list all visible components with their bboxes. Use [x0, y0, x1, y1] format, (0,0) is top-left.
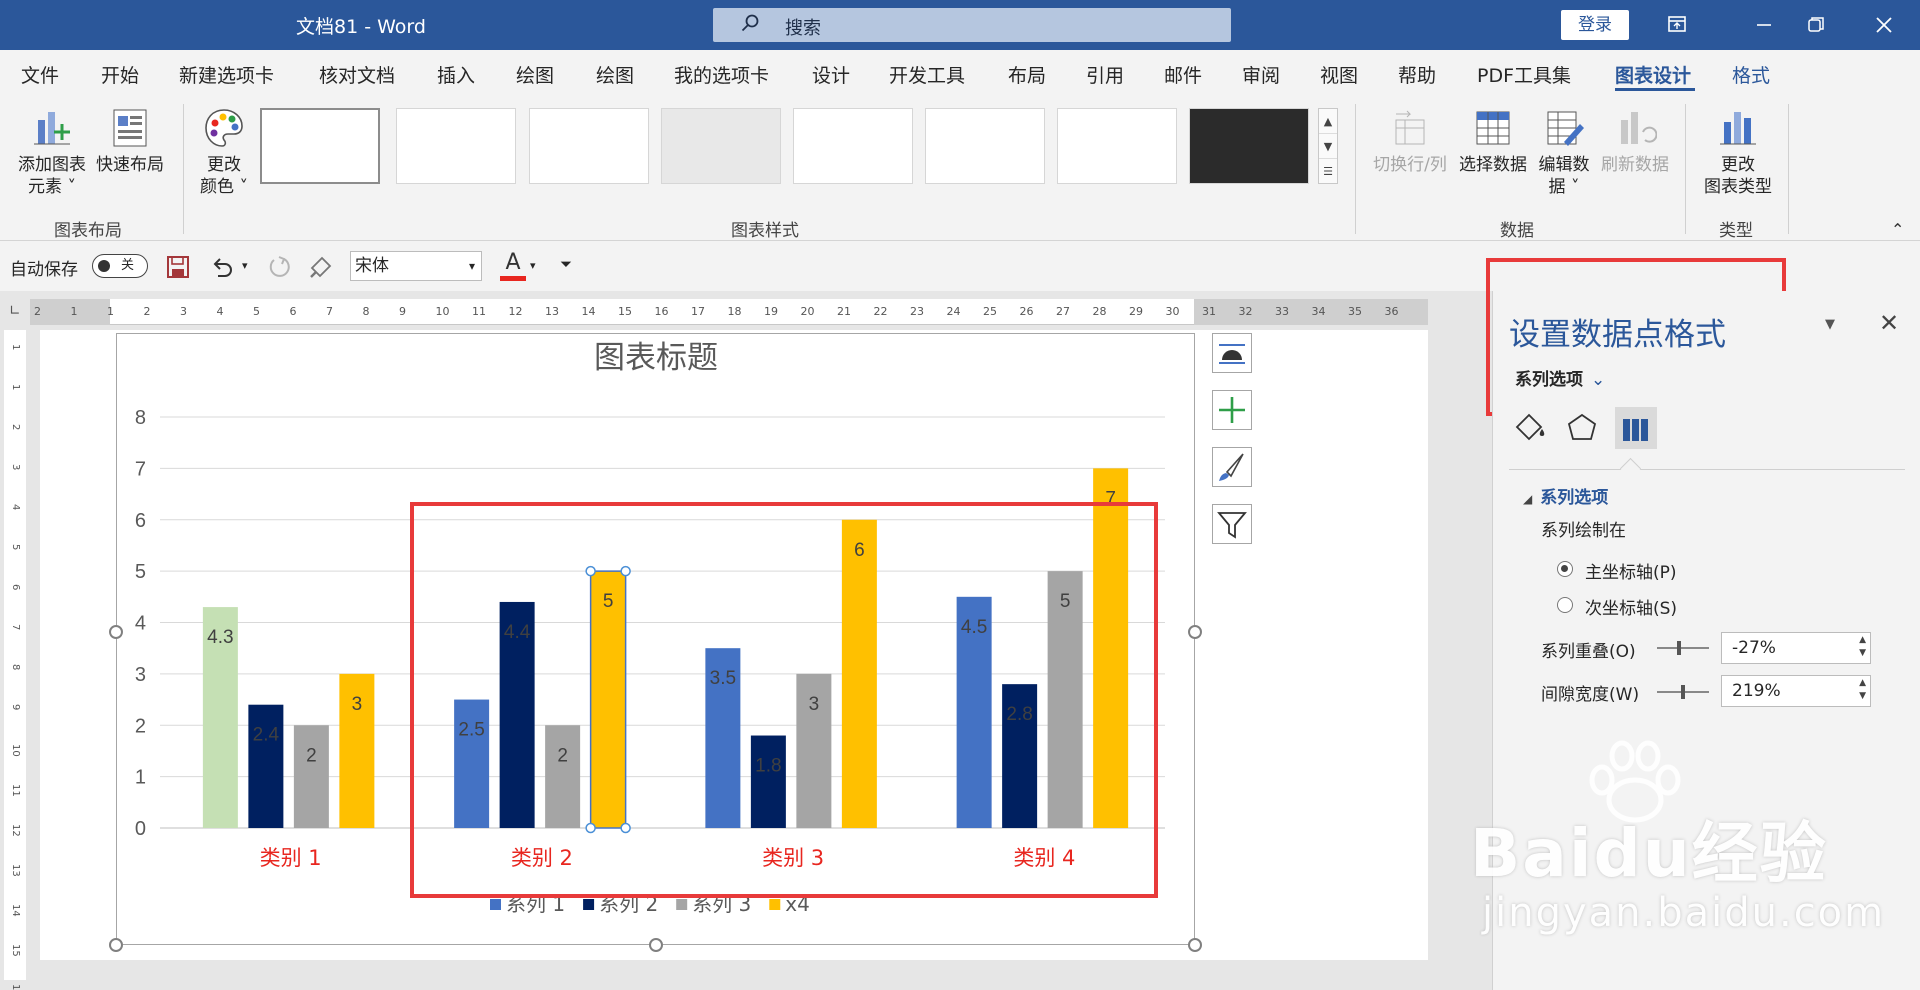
effects-tab[interactable]: [1561, 407, 1603, 449]
series-options-section-label: 系列选项: [1540, 488, 1609, 508]
restore-icon[interactable]: [1801, 12, 1829, 38]
series-options-section[interactable]: ◢ 系列选项: [1523, 483, 1608, 508]
refresh-data-icon: [1621, 112, 1657, 144]
ribbon-separator: [1788, 104, 1789, 234]
edit-data-label-1: 编辑数: [1538, 155, 1590, 175]
series-overlap-input[interactable]: -27% ▲ ▼: [1721, 632, 1871, 664]
chart-resize-handle[interactable]: [649, 938, 663, 952]
chart-resize-handle[interactable]: [109, 625, 123, 639]
data-label: 4.3: [207, 627, 233, 648]
bar-系列-2-1[interactable]: [248, 704, 284, 828]
chart-styles-button[interactable]: [1212, 447, 1252, 487]
secondary-axis-label: 次坐标轴(S): [1585, 599, 1678, 619]
pentagon-icon: [1567, 413, 1597, 440]
primary-axis-radio[interactable]: [1557, 561, 1573, 577]
select-data-icon: [1476, 111, 1510, 145]
gap-width-slider-knob[interactable]: [1681, 685, 1685, 699]
edit-data-icon: [1547, 111, 1584, 146]
y-tick-label: 8: [135, 407, 146, 429]
tab-format[interactable]: 格式: [1732, 61, 1770, 88]
legend-swatch: [583, 899, 595, 910]
refresh-data-label: 刷新数据: [1601, 155, 1669, 175]
login-button[interactable]: 登录: [1561, 10, 1629, 40]
series-options-dropdown-label: 系列选项: [1515, 370, 1583, 390]
secondary-axis-radio[interactable]: [1557, 597, 1573, 613]
watermark-brand: Baidu经验: [1470, 815, 1828, 892]
chart-title: 图表标题: [594, 340, 718, 376]
y-tick-label: 1: [135, 767, 146, 789]
change-chart-type-button[interactable]: 更改 图表类型: [1694, 106, 1782, 198]
active-tab-indicator: [1615, 88, 1695, 91]
y-tick-label: 6: [135, 510, 146, 532]
chart-resize-handle[interactable]: [109, 938, 123, 952]
fill-line-tab[interactable]: [1509, 407, 1551, 449]
ribbon-display-options-icon[interactable]: [1663, 12, 1691, 38]
gap-width-input[interactable]: 219% ▲ ▼: [1721, 675, 1871, 707]
edit-data-label-2: 据 ˅: [1548, 177, 1580, 197]
plot-series-on-label: 系列绘制在: [1541, 521, 1626, 541]
paint-bucket-icon: [1515, 413, 1545, 441]
group-label-type: 类型: [1719, 221, 1753, 241]
minimize-icon[interactable]: [1750, 12, 1778, 38]
data-label: 2.4: [253, 725, 280, 746]
group-label-data: 数据: [1500, 221, 1534, 241]
series-options-tab[interactable]: [1615, 407, 1657, 449]
y-tick-label: 4: [135, 613, 146, 635]
collapse-ribbon-icon[interactable]: ⌃: [1891, 220, 1904, 239]
select-data-label: 选择数据: [1459, 155, 1527, 175]
pane-options-icon[interactable]: ▼: [1825, 317, 1835, 332]
primary-axis-label: 主坐标轴(P): [1585, 563, 1677, 583]
tab-chart-design[interactable]: 图表设计: [1615, 61, 1691, 88]
spinner-arrows-icon[interactable]: ▲ ▼: [1859, 677, 1866, 703]
change-chart-type-icon: [1720, 112, 1756, 145]
change-chart-type-label-1: 更改: [1721, 155, 1755, 175]
series-overlap-value: -27%: [1732, 638, 1776, 658]
pane-tab-divider: [1509, 469, 1905, 470]
gap-width-value: 219%: [1732, 681, 1781, 701]
series-overlap-label: 系列重叠(O): [1541, 642, 1636, 662]
chevron-down-icon: ⌄: [1591, 370, 1606, 390]
chart-elements-button[interactable]: [1212, 390, 1252, 430]
close-pane-icon[interactable]: ✕: [1879, 309, 1899, 337]
category-label: 类别 1: [260, 846, 322, 870]
y-tick-label: 7: [135, 458, 146, 480]
y-tick-label: 2: [135, 715, 146, 737]
edit-data-button[interactable]: 编辑数 据 ˅: [1532, 106, 1596, 198]
select-data-button[interactable]: 选择数据: [1455, 106, 1531, 176]
brush-icon: [1219, 453, 1244, 481]
layout-options-button[interactable]: [1212, 333, 1252, 373]
chart-resize-handle[interactable]: [1188, 625, 1202, 639]
layout-options-icon: [1219, 344, 1245, 364]
pane-title: 设置数据点格式: [1509, 317, 1726, 353]
y-tick-label: 3: [135, 664, 146, 686]
legend-swatch: [490, 899, 501, 910]
chart-resize-handle[interactable]: [1188, 938, 1202, 952]
legend-swatch: [676, 899, 688, 910]
gap-width-slider[interactable]: [1657, 685, 1709, 699]
y-tick-label: 5: [135, 561, 146, 583]
filter-icon: [1217, 512, 1247, 539]
gap-width-label: 间隙宽度(W): [1541, 685, 1640, 705]
series-options-dropdown[interactable]: 系列选项 ⌄: [1515, 365, 1605, 390]
series-overlap-slider-knob[interactable]: [1677, 641, 1681, 655]
change-chart-type-label-2: 图表类型: [1704, 177, 1772, 197]
chart-filters-button[interactable]: [1212, 504, 1252, 544]
plus-icon: [1219, 397, 1245, 423]
y-tick-label: 0: [135, 818, 146, 840]
collapse-triangle-icon: ◢: [1523, 492, 1533, 506]
column-chart-icon: [1623, 419, 1648, 441]
refresh-data-button[interactable]: 刷新数据: [1597, 106, 1673, 176]
series-overlap-slider[interactable]: [1657, 641, 1709, 655]
tab-pdf-tools[interactable]: PDF工具集: [1477, 61, 1571, 88]
watermark-url: jingyan.baidu.com: [1482, 890, 1886, 936]
bar-系列-3-1[interactable]: [293, 725, 329, 828]
data-label: 2: [306, 745, 317, 766]
highlight-box-categories: [410, 502, 1158, 898]
close-window-icon[interactable]: [1870, 12, 1898, 38]
legend-swatch: [769, 899, 781, 910]
data-label: 3: [352, 694, 363, 715]
ribbon-separator: [1685, 104, 1686, 234]
spinner-arrows-icon[interactable]: ▲ ▼: [1859, 634, 1866, 660]
